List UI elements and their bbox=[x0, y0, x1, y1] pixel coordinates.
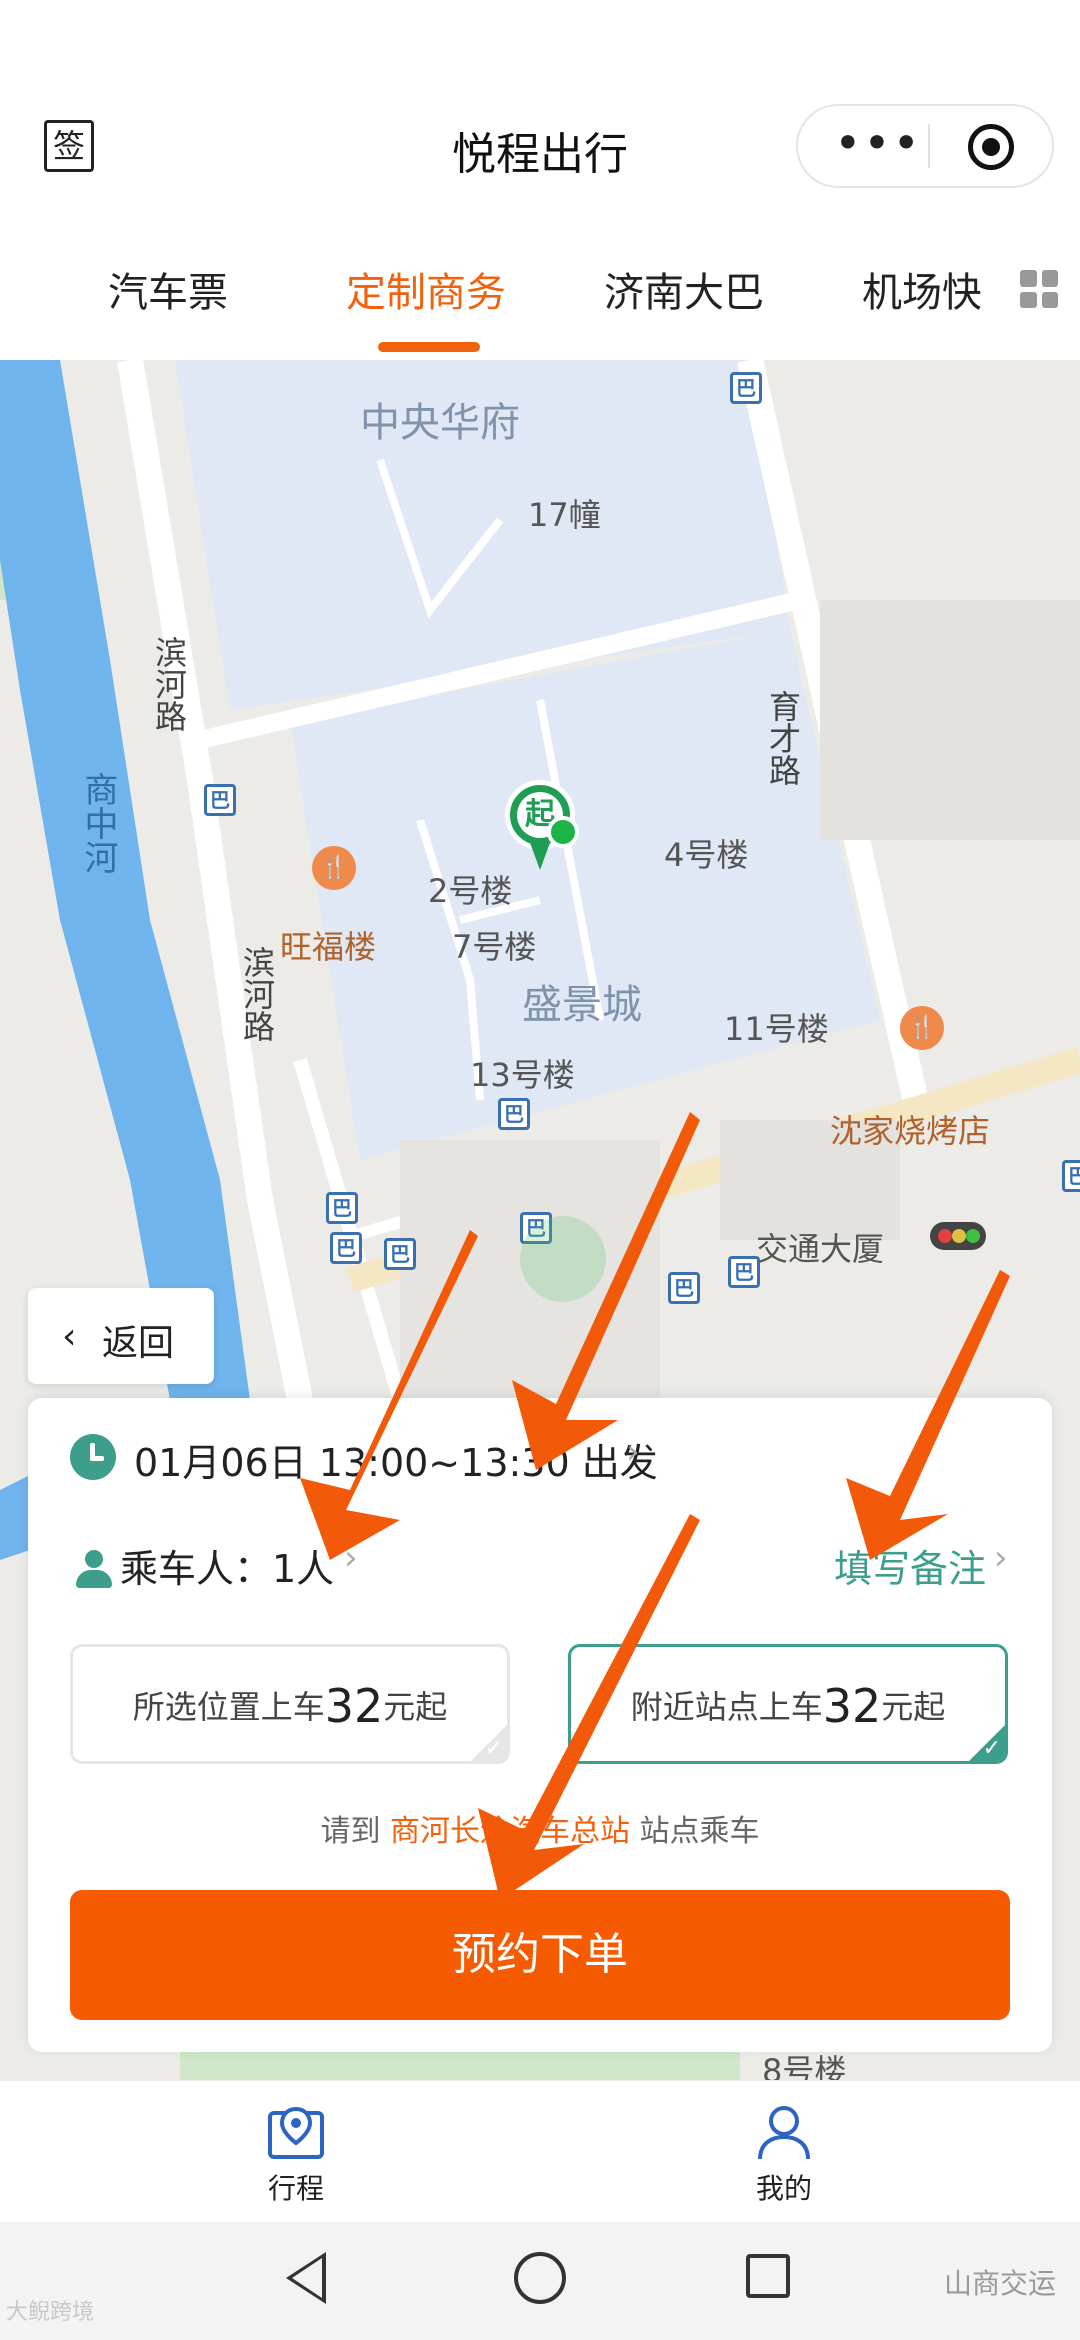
departure-time-selector[interactable]: 01月06日 13:00~13:30 出发 bbox=[134, 1432, 658, 1487]
passenger-icon bbox=[74, 1550, 114, 1590]
bus-stop-icon[interactable]: 巴 bbox=[1062, 1160, 1080, 1192]
bus-stop-icon[interactable]: 巴 bbox=[330, 1232, 362, 1264]
tab-airport-express[interactable]: 机场快 bbox=[862, 260, 982, 318]
watermark-right: 山商交运 bbox=[943, 2267, 1056, 2300]
category-tabs: 汽车票 定制商务 济南大巴 机场快 bbox=[0, 230, 1080, 360]
option-nearby-station-pickup[interactable]: 附近站点上车32元起 ✓ bbox=[568, 1644, 1008, 1764]
booking-panel: 01月06日 13:00~13:30 出发 › 乘车人：1人 › 填写备注 › … bbox=[28, 1398, 1052, 2052]
bus-stop-icon[interactable]: 巴 bbox=[728, 1256, 760, 1288]
nav-item-mine[interactable]: 我的 bbox=[704, 2103, 864, 2207]
chevron-right-icon: › bbox=[626, 1432, 640, 1472]
tab-bus-ticket[interactable]: 汽车票 bbox=[108, 260, 228, 318]
user-icon bbox=[754, 2103, 814, 2163]
map-label-yucai-road: 育才路 bbox=[764, 690, 802, 786]
tab-custom-business[interactable]: 定制商务 bbox=[346, 260, 506, 318]
map-label-building-2: 2号楼 bbox=[428, 872, 513, 910]
system-navigation-bar: 大鲵跨境 山商交运 bbox=[0, 2222, 1080, 2340]
active-tab-indicator bbox=[378, 342, 480, 352]
nav-label-trips: 行程 bbox=[267, 2172, 324, 2205]
map-label-building-13: 13号楼 bbox=[470, 1056, 575, 1094]
option-selected-location-pickup[interactable]: 所选位置上车32元起 ✓ bbox=[70, 1644, 510, 1764]
chevron-right-icon: › bbox=[994, 1538, 1008, 1578]
more-options-button[interactable]: ••• bbox=[828, 106, 928, 186]
map-label-binhe-road-south: 滨河路 bbox=[238, 946, 276, 1042]
restaurant-icon[interactable]: 🍴 bbox=[312, 846, 356, 890]
restaurant-icon[interactable]: 🍴 bbox=[900, 1006, 944, 1050]
watermark-left: 大鲵跨境 bbox=[6, 2300, 95, 2325]
map-label-wangfu-lou: 旺福楼 bbox=[280, 928, 377, 966]
checkmark-icon: ✓ bbox=[484, 1736, 503, 1761]
back-button-label: 返回 bbox=[102, 1323, 175, 1364]
location-accuracy-halo bbox=[520, 1216, 606, 1302]
bus-stop-icon[interactable]: 巴 bbox=[384, 1238, 416, 1270]
chevron-left-icon: ‹ bbox=[62, 1316, 77, 1357]
map-pin-icon bbox=[266, 2103, 326, 2163]
bus-stop-icon[interactable]: 巴 bbox=[730, 372, 762, 404]
bus-stop-icon[interactable]: 巴 bbox=[668, 1272, 700, 1304]
bottom-navigation: 行程 我的 bbox=[0, 2080, 1080, 2222]
tab-jinan-bus[interactable]: 济南大巴 bbox=[604, 260, 764, 318]
miniprogram-capsule: ••• bbox=[796, 104, 1054, 188]
all-categories-icon[interactable] bbox=[1020, 270, 1058, 308]
bus-stop-icon[interactable]: 巴 bbox=[326, 1192, 358, 1224]
map-label-zhongyang-huafu: 中央华府 bbox=[360, 400, 520, 446]
map-label-jiaotong-dasha: 交通大厦 bbox=[756, 1230, 885, 1268]
map-label-building-11: 11号楼 bbox=[724, 1010, 829, 1048]
back-button[interactable]: ‹ 返回 bbox=[28, 1288, 214, 1384]
map-label-shengjing-cheng: 盛景城 bbox=[522, 982, 642, 1028]
boarding-station-link[interactable]: 商河长途汽车总站 bbox=[390, 1814, 630, 1849]
checkmark-icon: ✓ bbox=[982, 1736, 1001, 1761]
clock-icon bbox=[70, 1434, 116, 1480]
map-label-shangzhong-river: 商中河 bbox=[78, 772, 118, 874]
chevron-right-icon: › bbox=[344, 1538, 358, 1578]
home-circle-icon[interactable] bbox=[514, 2252, 566, 2304]
back-triangle-icon[interactable] bbox=[286, 2252, 326, 2304]
app-header: 签 悦程出行 ••• bbox=[0, 0, 1080, 230]
close-miniprogram-icon[interactable] bbox=[968, 124, 1014, 170]
nav-item-trips[interactable]: 行程 bbox=[216, 2103, 376, 2207]
recents-square-icon[interactable] bbox=[746, 2254, 790, 2298]
traffic-light-icon bbox=[930, 1222, 986, 1250]
map-label-building-17: 17幢 bbox=[528, 496, 601, 534]
bus-stop-icon[interactable]: 巴 bbox=[498, 1098, 530, 1130]
capsule-divider bbox=[928, 124, 930, 168]
map-label-shenjia-bbq: 沈家烧烤店 bbox=[830, 1112, 991, 1150]
map-label-building-7: 7号楼 bbox=[452, 928, 537, 966]
passenger-count-selector[interactable]: 乘车人：1人 bbox=[120, 1538, 334, 1593]
map-label-binhe-road-north: 滨河路 bbox=[150, 636, 188, 732]
current-location-dot bbox=[547, 816, 579, 848]
bus-stop-icon[interactable]: 巴 bbox=[204, 784, 236, 816]
add-note-link[interactable]: 填写备注 bbox=[834, 1538, 986, 1593]
boarding-hint: 请到 商河长途汽车总站 站点乘车 bbox=[320, 1814, 760, 1849]
nav-label-mine: 我的 bbox=[755, 2172, 812, 2205]
map-label-building-4: 4号楼 bbox=[664, 836, 749, 874]
place-order-button[interactable]: 预约下单 bbox=[70, 1890, 1010, 2020]
